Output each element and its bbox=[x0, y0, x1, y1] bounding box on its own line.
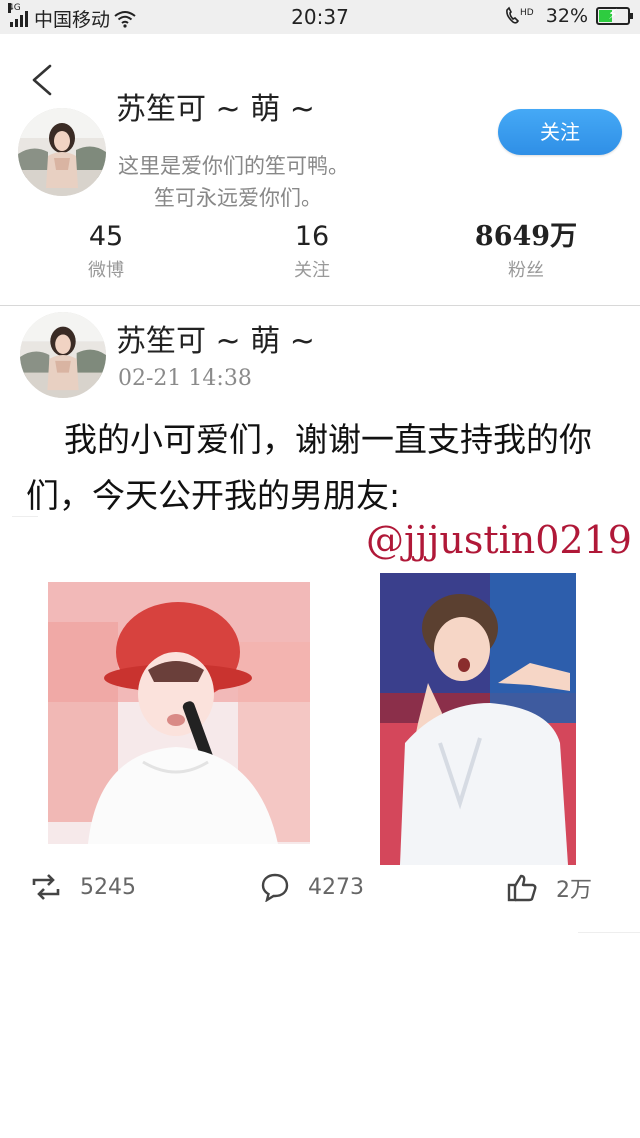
stat-following[interactable]: 16 关注 bbox=[232, 222, 392, 282]
post-mention[interactable]: @jjjustin0219 bbox=[366, 518, 632, 562]
back-chevron-icon[interactable] bbox=[26, 60, 60, 100]
profile-avatar[interactable] bbox=[18, 108, 106, 196]
hd-call-icon: HD bbox=[505, 6, 534, 24]
thumbs-up-icon bbox=[507, 874, 537, 902]
repost-icon bbox=[32, 874, 60, 900]
text-underline-artifact bbox=[12, 516, 38, 517]
stat-fans-label: 粉丝 bbox=[508, 260, 544, 281]
stat-weibo-count: 45 bbox=[88, 221, 124, 252]
status-right: HD 32% ⚡ bbox=[504, 5, 633, 27]
comment-button[interactable]: 4273 bbox=[260, 872, 364, 902]
stat-weibo-label: 微博 bbox=[88, 260, 124, 281]
stat-following-label: 关注 bbox=[294, 260, 330, 281]
post-image-2[interactable] bbox=[380, 573, 576, 865]
profile-name: 苏笙可 ~ 萌 ~ bbox=[116, 92, 315, 127]
stat-following-count: 16 bbox=[294, 221, 330, 252]
post-author-avatar[interactable] bbox=[20, 312, 106, 398]
feed-separator bbox=[578, 932, 640, 933]
hd-tag: HD bbox=[520, 8, 534, 18]
battery-percent: 32% bbox=[545, 5, 588, 27]
battery-icon: ⚡ bbox=[596, 7, 633, 25]
post-author-name[interactable]: 苏笙可 ~ 萌 ~ bbox=[116, 316, 315, 360]
profile-bio-line2: 笙可永远爱你们。 bbox=[154, 186, 322, 210]
stat-weibo[interactable]: 45 微博 bbox=[26, 222, 186, 282]
post-timestamp: 02-21 14:38 bbox=[118, 366, 252, 391]
follow-button[interactable]: 关注 bbox=[498, 109, 622, 155]
repost-button[interactable]: 5245 bbox=[30, 872, 136, 902]
post-image-1[interactable] bbox=[48, 582, 310, 844]
stat-fans[interactable]: 8649万 粉丝 bbox=[446, 222, 606, 282]
like-button[interactable]: 2万 bbox=[506, 872, 592, 904]
comment-count: 4273 bbox=[308, 874, 364, 900]
profile-bio-line1: 这里是爱你们的笙可鸭。 bbox=[118, 154, 349, 178]
like-count: 2万 bbox=[556, 878, 592, 903]
stat-fans-count: 8649万 bbox=[474, 221, 578, 252]
post-body-text: 我的小可爱们，谢谢一直支持我的你们，今天公开我的男朋友: bbox=[26, 420, 592, 515]
status-bar: 4G 中国移动 20:37 HD 32% ⚡ bbox=[0, 0, 640, 34]
comment-icon bbox=[261, 873, 289, 902]
section-divider bbox=[0, 305, 640, 306]
repost-count: 5245 bbox=[80, 874, 136, 900]
